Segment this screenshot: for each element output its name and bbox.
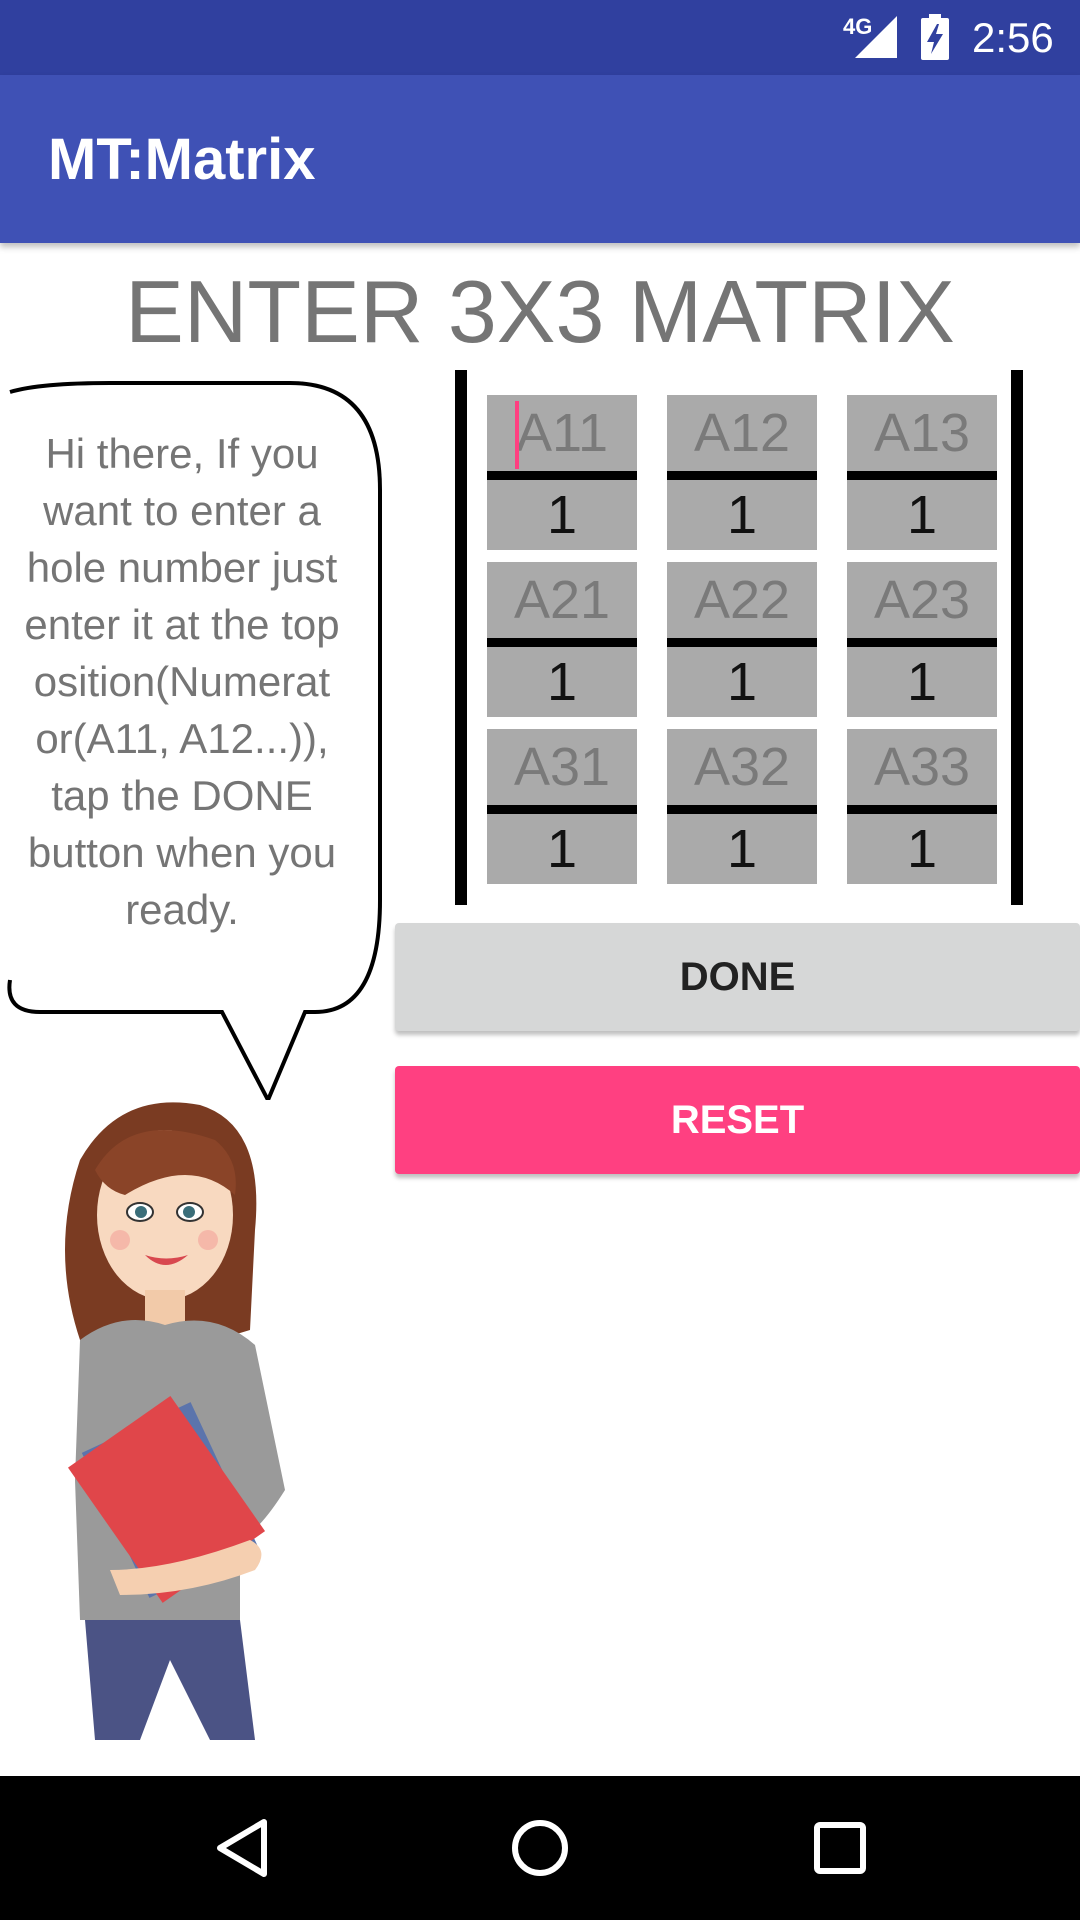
numerator-input-a13[interactable]: A13 (847, 395, 997, 471)
clock: 2:56 (972, 14, 1054, 61)
fraction-bar (847, 805, 997, 814)
fraction-bar (667, 638, 817, 647)
matrix-cell-a11: A11 1 (487, 395, 637, 550)
denominator-input-a31[interactable]: 1 (487, 814, 637, 884)
bubble-line: hole number just (26, 544, 338, 591)
bubble-line: osition(Numerat (33, 658, 331, 705)
denominator-input-a32[interactable]: 1 (667, 814, 817, 884)
numerator-input-a33[interactable]: A33 (847, 729, 997, 805)
numerator-input-a32[interactable]: A32 (667, 729, 817, 805)
bubble-line: button when you (27, 829, 337, 876)
matrix-cell-a32: A32 1 (667, 729, 817, 884)
fraction-bar (487, 471, 637, 480)
teacher-illustration (65, 1102, 285, 1740)
bubble-line: enter it at the top (24, 601, 340, 648)
fraction-bar (847, 638, 997, 647)
numerator-input-a12[interactable]: A12 (667, 395, 817, 471)
denominator-input-a12[interactable]: 1 (667, 480, 817, 550)
matrix-input-grid: A11 1 A12 1 A13 1 A21 1 A22 1 A23 1 A31 … (455, 370, 1025, 905)
fraction-bar (667, 471, 817, 480)
reset-button[interactable]: RESET (395, 1066, 1080, 1174)
bubble-line: Hi there, If you (45, 430, 319, 477)
denominator-input-a22[interactable]: 1 (667, 647, 817, 717)
signal-icon (853, 14, 899, 65)
matrix-cell-a33: A33 1 (847, 729, 997, 884)
denominator-input-a33[interactable]: 1 (847, 814, 997, 884)
back-icon[interactable] (212, 1816, 272, 1885)
speech-bubble-text: Hi there, If you want to enter a hole nu… (6, 425, 358, 945)
matrix-cell-a13: A13 1 (847, 395, 997, 550)
bubble-line: ready. (125, 886, 239, 933)
matrix-cell-a31: A31 1 (487, 729, 637, 884)
matrix-cell-a21: A21 1 (487, 562, 637, 717)
fraction-bar (487, 638, 637, 647)
home-icon[interactable] (508, 1816, 572, 1885)
numerator-input-a22[interactable]: A22 (667, 562, 817, 638)
matrix-cell-a12: A12 1 (667, 395, 817, 550)
page-heading: ENTER 3X3 MATRIX (125, 262, 955, 361)
numerator-input-a21[interactable]: A21 (487, 562, 637, 638)
status-bar: 4G 2:56 (0, 0, 1080, 75)
numerator-input-a31[interactable]: A31 (487, 729, 637, 805)
matrix-cell-a22: A22 1 (667, 562, 817, 717)
matrix-cell-a23: A23 1 (847, 562, 997, 717)
fraction-bar (847, 471, 997, 480)
fraction-bar (487, 805, 637, 814)
left-bracket (455, 370, 467, 905)
app-bar: MT:Matrix (0, 75, 1080, 243)
denominator-input-a11[interactable]: 1 (487, 480, 637, 550)
numerator-input-a23[interactable]: A23 (847, 562, 997, 638)
denominator-input-a23[interactable]: 1 (847, 647, 997, 717)
bubble-line: want to enter a (43, 487, 321, 534)
done-button[interactable]: DONE (395, 923, 1080, 1031)
app-title: MT:Matrix (48, 127, 316, 192)
navigation-bar (0, 1776, 1080, 1920)
fraction-bar (667, 805, 817, 814)
denominator-input-a21[interactable]: 1 (487, 647, 637, 717)
bubble-line: or(A11, A12...)), (35, 715, 329, 762)
text-cursor (515, 401, 519, 469)
numerator-input-a11[interactable]: A11 (487, 395, 637, 471)
right-bracket (1011, 370, 1023, 905)
bubble-line: tap the DONE (51, 772, 313, 819)
denominator-input-a13[interactable]: 1 (847, 480, 997, 550)
recents-icon[interactable] (812, 1816, 868, 1885)
battery-charging-icon (921, 14, 949, 65)
